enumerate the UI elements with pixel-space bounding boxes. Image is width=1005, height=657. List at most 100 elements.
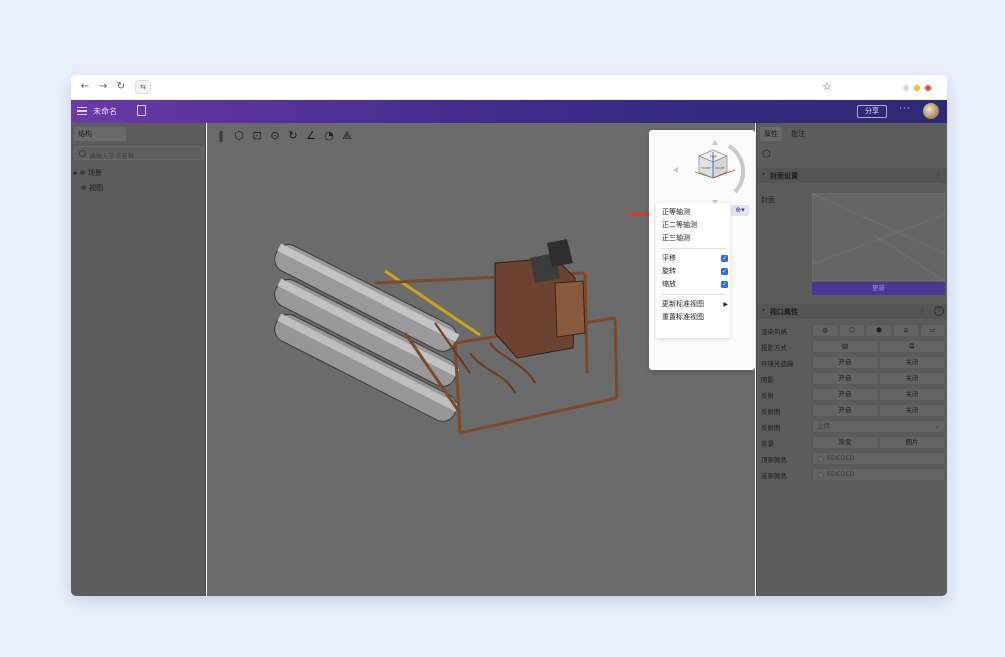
- pan-checkbox[interactable]: ✓: [721, 255, 728, 262]
- reflection-map-on[interactable]: 开启: [812, 404, 878, 417]
- section-icon[interactable]: ◔: [322, 129, 336, 143]
- viewport-toolbar: ‖ ⬡ ⊡ ⊙ ↻ ∠ ◔ ⟁: [214, 129, 354, 145]
- prop-label-reflection-map-source: 反射图: [761, 424, 781, 432]
- prop-label-projection: 投影方式: [761, 344, 787, 352]
- background-gradient[interactable]: 渐变: [812, 436, 878, 449]
- hidden-line-icon[interactable]: ⧄: [893, 324, 919, 337]
- perspective-icon[interactable]: ▨: [812, 340, 878, 353]
- view-cube[interactable]: TOP FRONT RIGHT: [669, 134, 753, 208]
- site-info-icon[interactable]: ⇆: [135, 80, 151, 94]
- rotate-checkbox[interactable]: ✓: [721, 268, 728, 275]
- reflection-map-off[interactable]: 关闭: [879, 404, 945, 417]
- collapse-caret-icon: ▾: [762, 171, 766, 178]
- shaded-edges-icon[interactable]: ⬢: [866, 324, 892, 337]
- bottom-color-field[interactable]: EDEDED: [812, 468, 945, 481]
- submenu-arrow-icon: ▶: [723, 301, 728, 308]
- cube-face-front[interactable]: FRONT: [701, 166, 711, 170]
- viewport-props-header[interactable]: ▾ 视口属性 ⋮ ?: [757, 304, 947, 319]
- back-button[interactable]: ←: [79, 81, 91, 93]
- tab-structure[interactable]: 结构: [74, 127, 126, 141]
- menu-item-dimetric[interactable]: 正二等轴测: [662, 219, 728, 232]
- measure-icon[interactable]: ∠: [304, 129, 318, 143]
- fit-view-icon[interactable]: ⊡: [250, 129, 264, 143]
- forward-button[interactable]: →: [97, 81, 109, 93]
- panel-toggle-icon[interactable]: ‖: [214, 129, 228, 143]
- prop-label-bottom-color: 底部颜色: [761, 472, 787, 480]
- browser-toolbar: ← → ↻ ⇆ ☆: [71, 75, 947, 100]
- prop-label-ambient-occlusion: 环境光遮蔽: [761, 360, 794, 368]
- user-avatar[interactable]: [923, 103, 939, 119]
- cover-preview: [812, 193, 947, 283]
- wireframe-icon[interactable]: ⬡: [839, 324, 865, 337]
- reflection-off[interactable]: 关闭: [879, 388, 945, 401]
- prop-label-top-color: 顶部颜色: [761, 456, 787, 464]
- app-header: 未命名 分享 ···: [71, 100, 947, 123]
- search-icon: [79, 150, 86, 157]
- reflection-map-select[interactable]: 上传 ⌄: [812, 420, 945, 433]
- chevron-down-icon: ⌄: [934, 422, 940, 430]
- node-search-input[interactable]: 请输入节点名称: [74, 146, 203, 160]
- ambient-occlusion-on[interactable]: 开启: [812, 356, 878, 369]
- focus-icon[interactable]: ⊙: [268, 129, 282, 143]
- prop-label-reflection-map: 反射图: [761, 408, 781, 416]
- structure-panel: 结构 请输入节点名称 ▸ ⊕ 场景 ⊕ 视图: [71, 123, 206, 596]
- prop-label-shadow: 阴影: [761, 376, 774, 384]
- bookmark-star-icon[interactable]: ☆: [822, 80, 832, 93]
- window-dot-icon[interactable]: [925, 85, 931, 91]
- 3d-model[interactable]: [255, 223, 625, 443]
- window-dot-icon[interactable]: [903, 85, 909, 91]
- explode-icon[interactable]: ⟁: [340, 129, 354, 143]
- section-title: 视口属性: [770, 308, 798, 316]
- collapse-caret-icon: ▾: [762, 307, 766, 314]
- zoom-checkbox[interactable]: ✓: [721, 281, 728, 288]
- menu-item-trimetric[interactable]: 正三轴测: [662, 232, 728, 245]
- menu-item-rotate[interactable]: 旋转 ✓: [662, 265, 728, 278]
- top-color-field[interactable]: EDEDED: [812, 452, 945, 465]
- document-icon[interactable]: [137, 105, 146, 116]
- color-swatch: [817, 472, 824, 479]
- reload-button[interactable]: ↻: [115, 81, 127, 93]
- cube-view-icon[interactable]: ⬡: [232, 129, 246, 143]
- cover-label: 封面: [761, 196, 775, 204]
- update-cover-button[interactable]: 更新: [812, 282, 945, 295]
- rotate-icon[interactable]: ↻: [286, 129, 300, 143]
- shadow-off[interactable]: 关闭: [879, 372, 945, 385]
- screen-icon[interactable]: ▭: [920, 324, 945, 337]
- help-icon[interactable]: ?: [934, 306, 944, 316]
- shaded-icon[interactable]: ◍: [812, 324, 838, 337]
- share-button[interactable]: 分享: [857, 105, 887, 118]
- menu-item-isometric[interactable]: 正等轴测: [662, 206, 728, 219]
- cover-grid-image: [812, 193, 947, 283]
- prop-label-reflection: 反射: [761, 392, 774, 400]
- more-options-button[interactable]: ···: [899, 104, 911, 114]
- view-cube-panel: TOP FRONT RIGHT ⊕▾ 正等轴测 正二等轴测 正三轴测 平移✓ 旋…: [649, 130, 755, 370]
- tab-properties[interactable]: 属性: [760, 127, 782, 141]
- menu-item-pan[interactable]: 平移 ✓: [662, 252, 728, 265]
- tree-node-view[interactable]: ⊕ 视图: [81, 183, 103, 193]
- menu-item-zoom[interactable]: 缩放 ✓: [662, 278, 728, 291]
- menu-item-reset-standard-view[interactable]: 重置标准视图: [662, 311, 728, 324]
- cube-face-right[interactable]: RIGHT: [715, 166, 725, 170]
- ambient-occlusion-off[interactable]: 关闭: [879, 356, 945, 369]
- menu-divider: [660, 248, 726, 249]
- document-title[interactable]: 未命名: [93, 106, 117, 117]
- cube-face-top[interactable]: TOP: [708, 155, 716, 159]
- hamburger-menu-icon[interactable]: [77, 107, 87, 115]
- reflection-on[interactable]: 开启: [812, 388, 878, 401]
- cover-settings-header[interactable]: ▾ 封面设置 ⋮: [757, 168, 947, 183]
- window-controls: [903, 85, 937, 91]
- shadow-on[interactable]: 开启: [812, 372, 878, 385]
- window-dot-icon[interactable]: [914, 85, 920, 91]
- tree-node-scene[interactable]: ▸ ⊕ 场景: [74, 168, 102, 178]
- view-mode-button[interactable]: ⊕▾: [731, 205, 749, 216]
- more-vertical-icon[interactable]: ⋮: [918, 306, 926, 315]
- orthographic-icon[interactable]: ⧉: [879, 340, 945, 353]
- tab-annotations[interactable]: 批注: [787, 127, 809, 141]
- properties-panel: 属性 批注 ⬡ ▾ 封面设置 ⋮ 封面 更新 ▾ 视口属性 ⋮ ? 渲染风格 ◍…: [756, 123, 947, 596]
- section-title: 封面设置: [770, 172, 798, 180]
- menu-item-update-standard-view[interactable]: 更新标准视图 ▶: [662, 298, 728, 311]
- prop-label-render-style: 渲染风格: [761, 328, 787, 336]
- background-image[interactable]: 图片: [879, 436, 945, 449]
- color-swatch: [817, 456, 824, 463]
- more-vertical-icon[interactable]: ⋮: [934, 170, 942, 179]
